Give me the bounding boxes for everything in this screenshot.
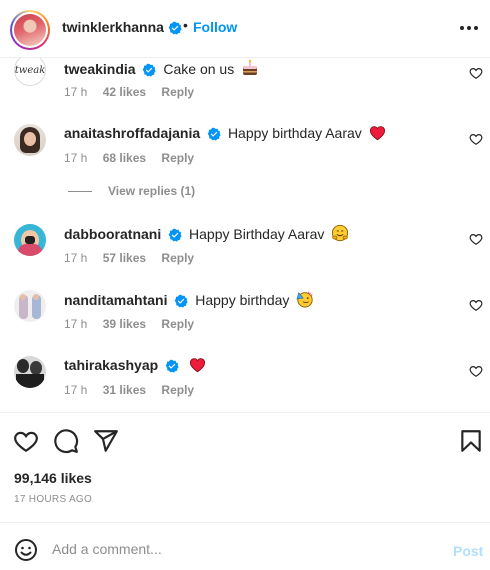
comments-list[interactable]: tweak tweakindia Cake on us 17 h 42 like… [0,58,490,412]
comment-time: 17 h [64,85,88,99]
comment-avatar[interactable] [14,356,46,388]
red-heart-emoji-icon [189,358,205,373]
header-username[interactable]: twinklerkhanna [62,19,164,35]
more-options-icon[interactable] [458,18,480,38]
comment-likes-count[interactable]: 68 likes [103,151,146,165]
comment-text: Happy birthday Aarav [227,125,362,141]
post-header: twinklerkhanna • Follow [0,0,490,58]
post-timestamp[interactable]: 17 HOURS AGO [14,494,92,505]
verified-badge-icon [168,228,182,242]
share-send-icon[interactable] [93,428,119,454]
like-comment-heart-icon[interactable] [469,66,483,80]
tweak-logo-text: tweak [14,64,46,76]
comment-likes-count[interactable]: 31 likes [103,383,146,397]
verified-badge-icon [175,294,189,308]
comment-username[interactable]: tahirakashyap [64,357,158,373]
comment-avatar[interactable]: tweak [14,58,46,86]
verified-badge-icon [165,359,179,373]
verified-badge-icon [168,21,182,35]
cake-emoji-icon [243,59,258,75]
like-comment-heart-icon[interactable] [469,132,483,146]
follow-button[interactable]: Follow [193,19,237,35]
header-username-block[interactable]: twinklerkhanna [62,19,182,35]
comment-text: Happy Birthday Aarav [189,226,325,242]
comment-reply-button[interactable]: Reply [161,383,194,397]
view-replies-divider [68,191,92,193]
comment-reply-button[interactable]: Reply [161,317,194,331]
comment-input[interactable] [52,536,432,562]
comment-likes-count[interactable]: 42 likes [103,85,146,99]
comment-avatar[interactable] [14,124,46,156]
comment-likes-count[interactable]: 39 likes [103,317,146,331]
comment-username[interactable]: nanditamahtani [64,292,167,308]
comment-text: Happy birthday [195,292,290,308]
emoji-picker-icon[interactable] [14,538,38,562]
comment-avatar[interactable] [14,290,46,322]
comment-avatar[interactable] [14,224,46,256]
comment-username[interactable]: anaitashroffadajania [64,125,200,141]
verified-badge-icon [207,127,221,141]
partying-face-emoji-icon [296,291,313,308]
save-bookmark-icon[interactable] [458,428,484,454]
red-heart-emoji-icon [369,126,385,141]
view-replies-label[interactable]: View replies (1) [108,184,195,198]
verified-badge-icon [143,63,157,77]
comment-time: 17 h [64,251,88,265]
hugging-face-emoji-icon [332,224,349,242]
like-comment-heart-icon[interactable] [469,298,483,312]
post-likes-count[interactable]: 99,146 likes [14,470,92,486]
like-heart-icon[interactable] [13,428,39,454]
profile-avatar[interactable] [10,10,50,50]
comment-bubble-icon[interactable] [53,428,79,454]
comment-reply-button[interactable]: Reply [161,151,194,165]
comment-time: 17 h [64,151,88,165]
comment-reply-button[interactable]: Reply [161,251,194,265]
comment-time: 17 h [64,317,88,331]
view-replies-button[interactable]: View replies (1) [64,184,195,198]
comment-likes-count[interactable]: 57 likes [103,251,146,265]
comment-username[interactable]: dabbooratnani [64,226,161,242]
comment-text: Cake on us [163,61,235,77]
comment-reply-button[interactable]: Reply [161,85,194,99]
comment-username[interactable]: tweakindia [64,61,136,77]
header-separator: • [183,17,188,33]
like-comment-heart-icon[interactable] [469,232,483,246]
add-comment-bar: Post [0,522,490,570]
post-actions: 99,146 likes 17 HOURS AGO [0,412,490,522]
comment-time: 17 h [64,383,88,397]
like-comment-heart-icon[interactable] [469,364,483,378]
post-comment-button[interactable]: Post [453,543,483,559]
